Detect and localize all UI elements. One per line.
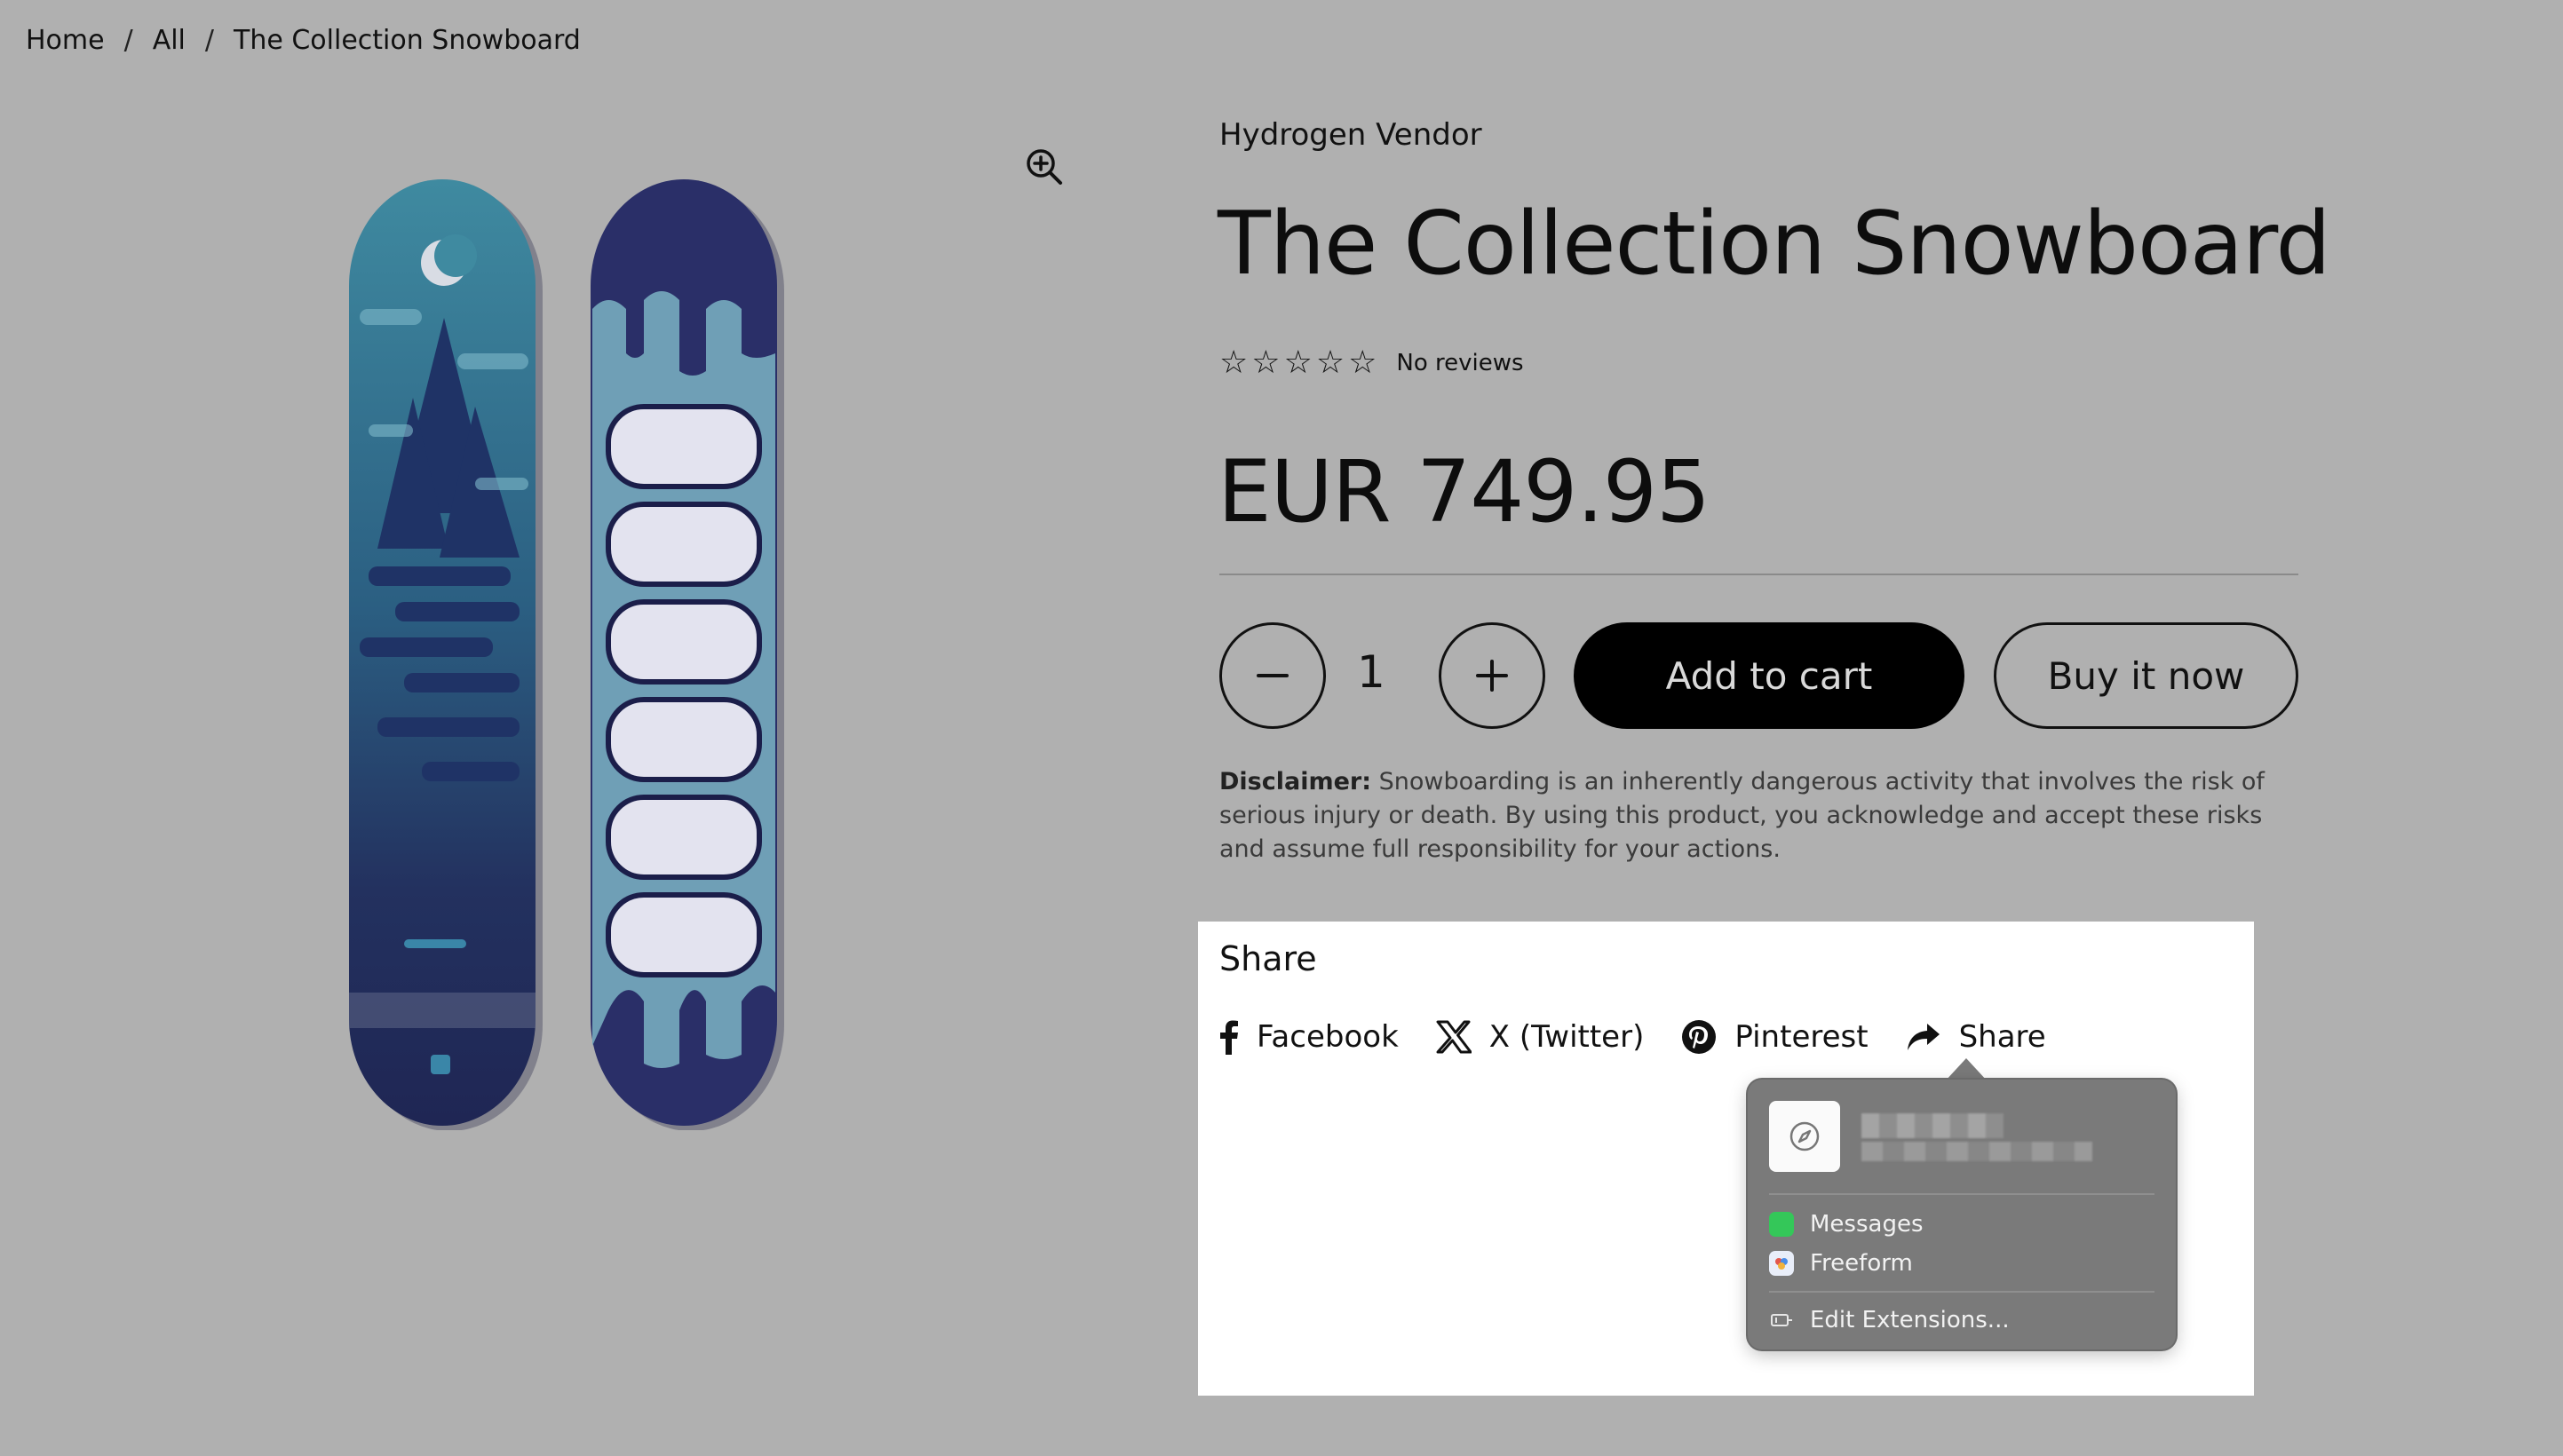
messages-icon — [1769, 1212, 1794, 1237]
zoom-in-icon[interactable] — [1023, 146, 1066, 188]
share-pinterest-label: Pinterest — [1734, 1019, 1869, 1055]
extensions-icon — [1771, 1314, 1792, 1326]
disclaimer-text: Snowboarding is an inherently dangerous … — [1219, 768, 2265, 863]
star-outline-icon: ☆ — [1283, 344, 1313, 381]
increase-quantity-button[interactable] — [1439, 622, 1545, 729]
breadcrumb: Home / All / The Collection Snowboard — [26, 25, 581, 56]
star-outline-icon: ☆ — [1251, 344, 1281, 381]
snowboard-front — [349, 179, 543, 1131]
x-twitter-icon — [1436, 1020, 1472, 1054]
share-facebook-link[interactable]: Facebook — [1219, 1019, 1399, 1055]
share-native-button[interactable]: Share — [1906, 1019, 2046, 1055]
share-option-messages[interactable]: Messages — [1769, 1211, 1924, 1238]
share-heading: Share — [1219, 939, 1317, 978]
popup-divider — [1769, 1291, 2154, 1293]
product-image[interactable] — [342, 176, 786, 1131]
share-native-label: Share — [1958, 1019, 2046, 1055]
edit-extensions-item[interactable]: Edit Extensions... — [1769, 1307, 2010, 1333]
star-outline-icon: ☆ — [1219, 344, 1249, 381]
facebook-icon — [1220, 1020, 1238, 1055]
popup-divider — [1769, 1193, 2154, 1195]
share-sheet-popup: Messages Freeform Edit Extensions... — [1748, 1080, 2176, 1349]
freeform-icon — [1769, 1251, 1794, 1276]
share-option-freeform[interactable]: Freeform — [1769, 1250, 1913, 1277]
disclaimer: Disclaimer: Snowboarding is an inherentl… — [1219, 765, 2307, 866]
popup-pointer — [1945, 1058, 1988, 1081]
breadcrumb-separator: / — [123, 25, 133, 56]
edit-extensions-label: Edit Extensions... — [1810, 1307, 2010, 1333]
breadcrumb-all[interactable]: All — [153, 25, 186, 56]
buy-it-now-button[interactable]: Buy it now — [1994, 622, 2298, 729]
star-outline-icon: ☆ — [1348, 344, 1377, 381]
share-facebook-label: Facebook — [1257, 1019, 1399, 1055]
share-links: Facebook X (Twitter) Pinterest Share — [1219, 1019, 2083, 1055]
compass-icon — [1769, 1101, 1840, 1172]
product-price: EUR 749.95 — [1218, 442, 1710, 542]
share-option-label: Freeform — [1810, 1250, 1913, 1277]
redacted-url — [1861, 1142, 2092, 1161]
redacted-title — [1861, 1113, 2004, 1138]
product-title: The Collection Snowboard — [1218, 194, 2331, 295]
add-to-cart-button[interactable]: Add to cart — [1574, 622, 1964, 729]
share-twitter-label: X (Twitter) — [1488, 1019, 1645, 1055]
quantity-value[interactable]: 1 — [1357, 646, 1385, 698]
minus-icon — [1257, 674, 1289, 677]
share-option-label: Messages — [1810, 1211, 1924, 1238]
snowboard-back — [591, 179, 784, 1131]
reviews-count: No reviews — [1396, 349, 1524, 376]
share-pinterest-link[interactable]: Pinterest — [1681, 1019, 1869, 1055]
pinterest-icon — [1682, 1020, 1717, 1054]
product-rating[interactable]: ☆ ☆ ☆ ☆ ☆ No reviews — [1219, 344, 1524, 381]
breadcrumb-current[interactable]: The Collection Snowboard — [234, 25, 581, 56]
share-twitter-link[interactable]: X (Twitter) — [1436, 1019, 1645, 1055]
share-arrow-icon — [1907, 1024, 1940, 1050]
star-outline-icon: ☆ — [1315, 344, 1345, 381]
breadcrumb-home[interactable]: Home — [26, 25, 105, 56]
divider — [1219, 574, 2298, 575]
rating-stars: ☆ ☆ ☆ ☆ ☆ — [1219, 344, 1377, 381]
plus-icon — [1476, 660, 1508, 692]
disclaimer-label: Disclaimer: — [1219, 768, 1372, 795]
decrease-quantity-button[interactable] — [1219, 622, 1326, 729]
product-vendor: Hydrogen Vendor — [1219, 117, 1482, 153]
breadcrumb-separator: / — [204, 25, 215, 56]
